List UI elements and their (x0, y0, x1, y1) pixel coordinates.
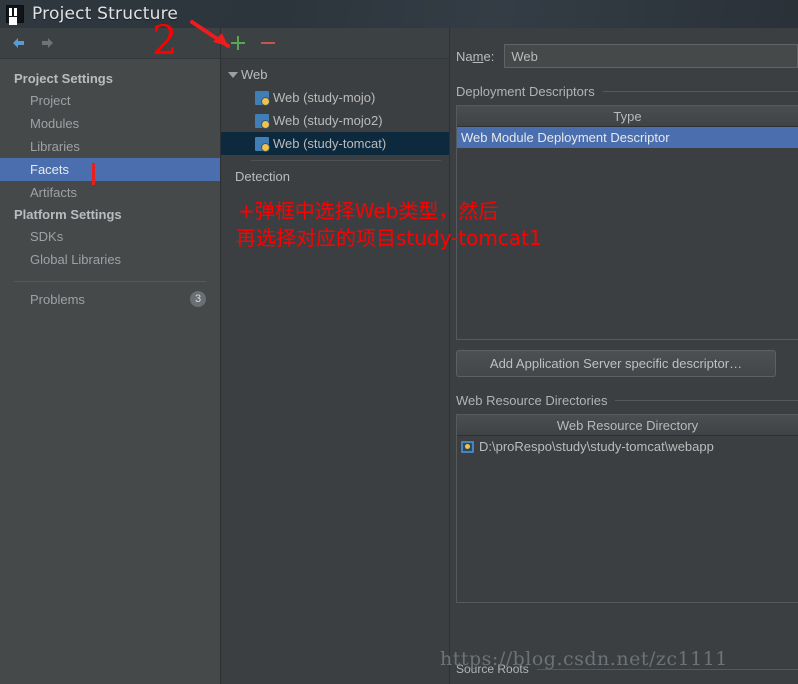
add-application-server-descriptor-button[interactable]: Add Application Server specific descript… (456, 350, 776, 377)
dialog-content: Project Settings Project Modules Librari… (0, 28, 798, 684)
deployment-descriptors-column-header: Type (457, 106, 798, 127)
project-structure-dialog: Project Structure Project Settings Proje… (0, 0, 798, 684)
tree-node-web-study-tomcat[interactable]: Web (study-tomcat) (221, 132, 449, 155)
sidebar-item-libraries[interactable]: Libraries (0, 135, 220, 158)
sidebar-item-problems[interactable]: Problems 3 (0, 288, 220, 310)
settings-category-list: Project Settings Project Modules Librari… (0, 59, 220, 310)
settings-sidebar: Project Settings Project Modules Librari… (0, 28, 221, 684)
deployment-descriptors-title: Deployment Descriptors (456, 84, 595, 99)
tree-node-label: Web (study-tomcat) (273, 136, 387, 151)
table-row[interactable]: D:\proRespo\study\study-tomcat\webapp (457, 436, 798, 457)
facet-detail-panel: Name: Deployment Descriptors Type Web Mo… (450, 28, 798, 684)
window-titlebar: Project Structure (0, 0, 798, 28)
web-facet-icon (255, 136, 270, 152)
tree-node-detection[interactable]: Detection (221, 165, 449, 188)
sidebar-item-problems-label: Problems (30, 291, 85, 307)
web-facet-icon (255, 113, 270, 129)
facet-name-input[interactable] (504, 44, 798, 68)
tree-node-web-study-mojo2[interactable]: Web (study-mojo2) (221, 109, 449, 132)
arrow-left-icon[interactable] (10, 35, 28, 51)
window-title: Project Structure (32, 4, 179, 24)
web-resource-directories-title: Web Resource Directories (456, 393, 608, 408)
deployment-descriptors-table: Type Web Module Deployment Descriptor (456, 105, 798, 340)
sidebar-navigation-toolbar (0, 28, 220, 59)
sidebar-item-sdks[interactable]: SDKs (0, 225, 220, 248)
facets-tree: Web Web (study-mojo) Web (study-mojo2) W… (221, 59, 449, 188)
facet-name-row: Name: (450, 38, 798, 68)
facets-tree-panel: Web Web (study-mojo) Web (study-mojo2) W… (221, 28, 450, 684)
sidebar-item-global-libraries[interactable]: Global Libraries (0, 248, 220, 271)
arrow-right-icon[interactable] (38, 35, 56, 51)
web-facet-icon (255, 90, 270, 106)
sidebar-divider (14, 281, 206, 282)
tree-node-label: Web (study-mojo2) (273, 113, 383, 128)
deployment-descriptor-actions: Add Application Server specific descript… (456, 350, 798, 377)
source-roots-title: Source Roots (456, 662, 529, 676)
group-header-rule (536, 668, 798, 670)
deployment-descriptors-rows: Web Module Deployment Descriptor (457, 127, 798, 339)
facets-tree-toolbar (221, 28, 449, 59)
chevron-down-icon[interactable] (225, 71, 241, 78)
web-resource-directories-rows: D:\proRespo\study\study-tomcat\webapp (457, 436, 798, 602)
tree-divider (251, 160, 441, 161)
web-resource-directories-column-header: Web Resource Directory (457, 415, 798, 436)
web-resource-directories-table: Web Resource Directory D:\proRespo\study… (456, 414, 798, 603)
tree-node-web-root[interactable]: Web (221, 63, 449, 86)
tree-node-label: Web (241, 67, 268, 82)
sidebar-item-modules[interactable]: Modules (0, 112, 220, 135)
facet-name-label: Name: (456, 48, 495, 64)
sidebar-item-project[interactable]: Project (0, 89, 220, 112)
table-cell-type: Web Module Deployment Descriptor (461, 130, 670, 145)
sidebar-item-artifacts[interactable]: Artifacts (0, 181, 220, 204)
tree-node-label: Web (study-mojo) (273, 90, 376, 105)
intellij-idea-logo-icon (6, 5, 24, 23)
sidebar-group-project-settings: Project Settings (14, 71, 113, 86)
tree-node-label: Detection (235, 169, 290, 184)
table-row[interactable]: Web Module Deployment Descriptor (457, 127, 798, 148)
sidebar-group-platform-settings: Platform Settings (14, 207, 122, 222)
add-facet-button[interactable] (229, 34, 247, 52)
remove-facet-button[interactable] (259, 34, 277, 52)
folder-web-icon (461, 440, 474, 453)
tree-node-web-study-mojo[interactable]: Web (study-mojo) (221, 86, 449, 109)
source-roots-group-header: Source Roots (450, 662, 798, 684)
sidebar-item-facets[interactable]: Facets (0, 158, 220, 181)
group-header-rule (615, 400, 798, 401)
web-resource-directories-group-header: Web Resource Directories (456, 393, 798, 408)
problems-count-badge: 3 (190, 291, 206, 307)
group-header-rule (602, 91, 798, 92)
table-cell-directory: D:\proRespo\study\study-tomcat\webapp (479, 439, 714, 454)
deployment-descriptors-group-header: Deployment Descriptors (456, 84, 798, 99)
